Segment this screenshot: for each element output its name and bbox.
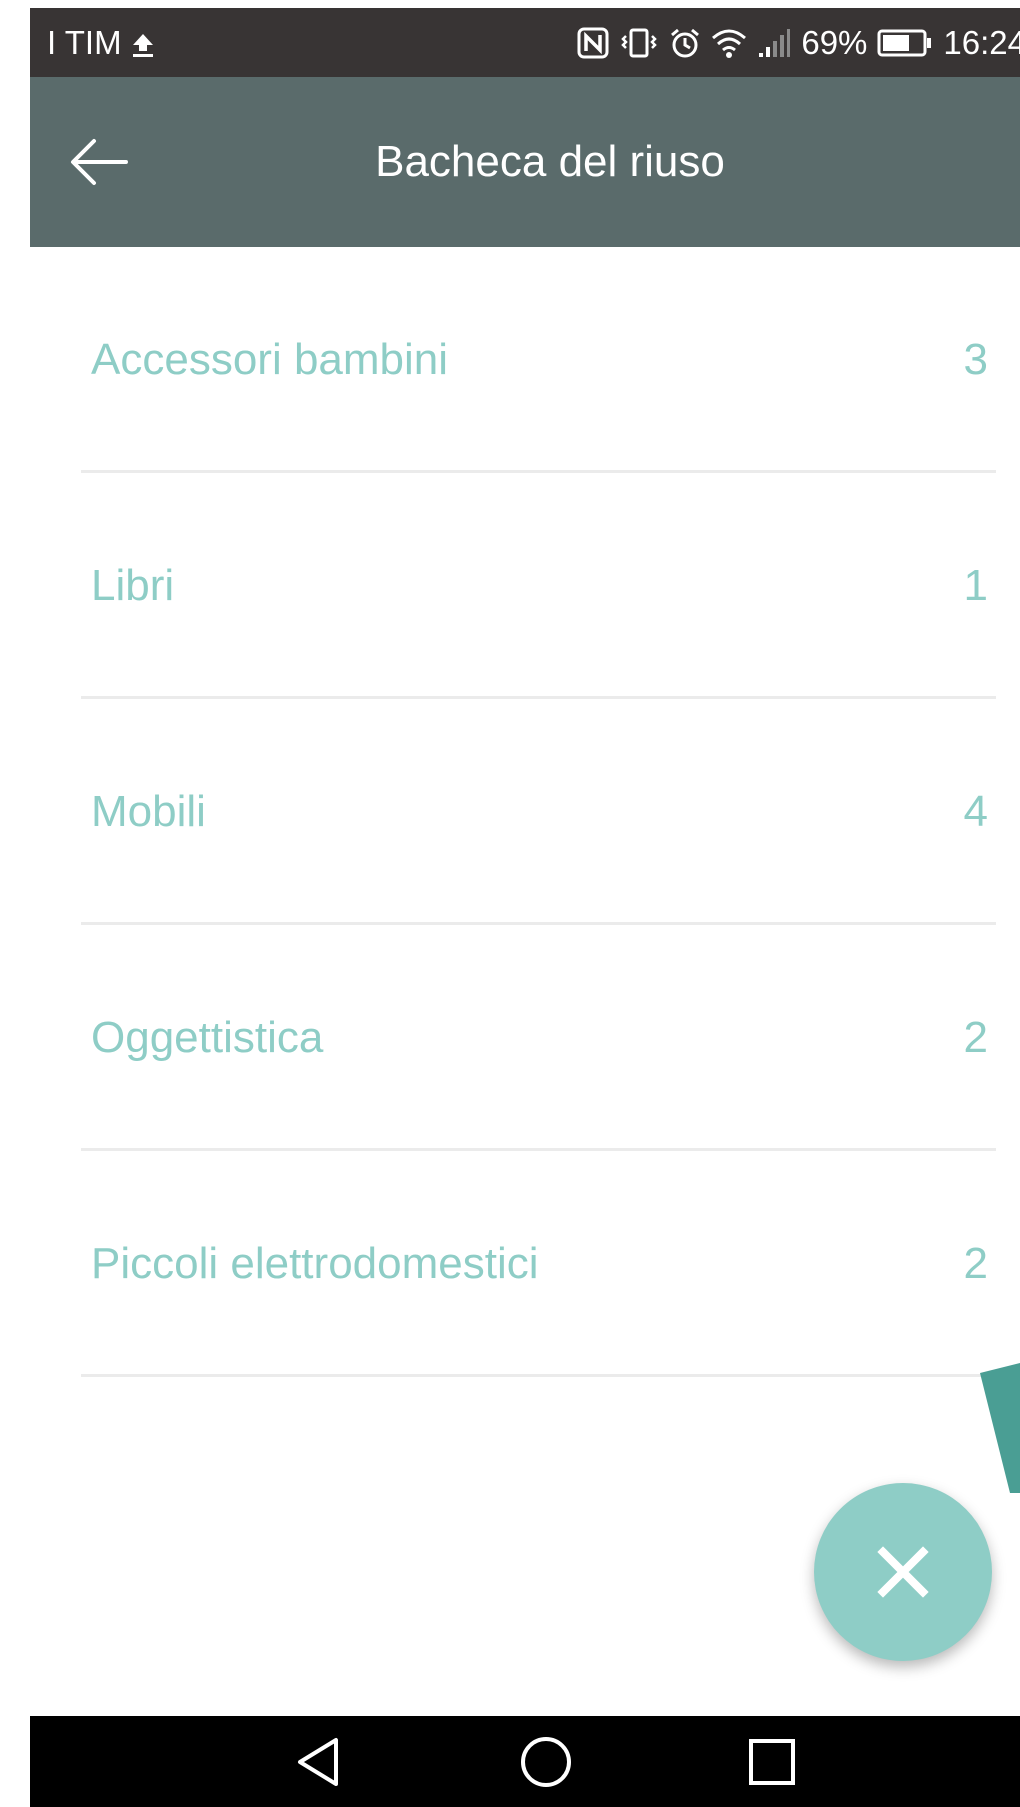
category-count: 1 <box>963 561 988 610</box>
category-name: Accessori bambini <box>91 335 449 384</box>
nav-recents-icon <box>749 1739 795 1785</box>
upload-icon <box>132 29 154 57</box>
category-name: Piccoli elettrodomestici <box>91 1239 539 1288</box>
nav-bar <box>30 1716 1020 1807</box>
list-item[interactable]: Mobili 4 <box>81 699 996 925</box>
signal-icon <box>757 27 791 59</box>
status-left: I TIM <box>47 8 154 77</box>
category-name: Oggettistica <box>91 1013 324 1062</box>
alarm-icon <box>669 27 701 59</box>
nav-recents-button[interactable] <box>744 1734 800 1790</box>
list-item[interactable]: Oggettistica 2 <box>81 925 996 1151</box>
status-right: 69% 16:24 <box>577 8 1020 77</box>
wifi-icon <box>711 27 747 59</box>
screen: I TIM 69% 16:24 Bacheca del riuso Access… <box>30 8 1020 1807</box>
list-item[interactable]: Accessori bambini 3 <box>81 247 996 473</box>
page-title: Bacheca del riuso <box>375 137 725 186</box>
battery-icon <box>877 28 933 58</box>
category-list: Accessori bambini 3 Libri 1 Mobili 4 Ogg… <box>81 247 996 1377</box>
list-item[interactable]: Libri 1 <box>81 473 996 699</box>
nfc-icon <box>577 27 609 59</box>
battery-percent: 69% <box>801 23 868 61</box>
decorative-teal-shape <box>980 1363 1020 1493</box>
vibrate-icon <box>619 27 659 59</box>
category-count: 3 <box>963 335 988 384</box>
close-fab-button[interactable] <box>814 1483 992 1661</box>
category-count: 2 <box>963 1239 988 1288</box>
carrier-label: I TIM <box>47 23 122 61</box>
category-name: Mobili <box>91 787 206 836</box>
category-count: 2 <box>963 1013 988 1062</box>
category-name: Libri <box>91 561 175 610</box>
nav-home-icon <box>521 1737 571 1787</box>
nav-back-button[interactable] <box>292 1734 348 1790</box>
nav-home-button[interactable] <box>518 1734 574 1790</box>
category-count: 4 <box>963 787 988 836</box>
list-item[interactable]: Piccoli elettrodomestici 2 <box>81 1151 996 1377</box>
close-icon <box>877 1546 929 1598</box>
nav-back-icon <box>298 1738 338 1786</box>
clock: 16:24 <box>943 23 1020 61</box>
status-bar: I TIM 69% 16:24 <box>30 8 1020 77</box>
app-bar: Bacheca del riuso <box>30 77 1020 247</box>
